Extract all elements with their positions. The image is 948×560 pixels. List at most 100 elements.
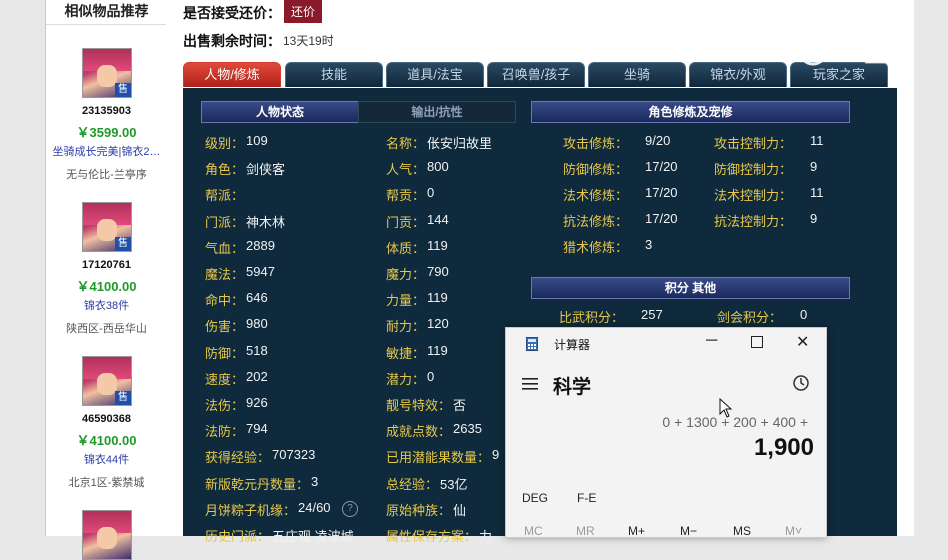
maximize-button[interactable] — [751, 336, 763, 348]
subtab-output[interactable]: 输出/抗性 — [358, 101, 516, 123]
stat-label: 帮派： — [205, 188, 245, 204]
cultivation-header: 角色修炼及宠修 — [531, 101, 850, 123]
history-icon[interactable] — [792, 374, 810, 392]
stat-label: 敏捷： — [386, 345, 426, 361]
cultivation-value: 17/20 — [645, 159, 678, 174]
cultivation-label: 抗法控制力： — [714, 214, 793, 229]
stream-logo-icon — [798, 36, 828, 66]
stat-value: 119 — [427, 342, 448, 358]
subtab-status[interactable]: 人物状态 — [201, 101, 359, 123]
stat-value: 202 — [246, 368, 268, 384]
stat-value: 257 — [641, 307, 663, 322]
stat-label: 月饼粽子机缘： — [205, 502, 297, 518]
avatar[interactable]: 售 — [82, 356, 132, 406]
calculator-window[interactable]: 计算器 ─ ✕ 科学 0 + 1300 + 200 + 400 + 1,900 … — [505, 327, 827, 538]
calc-result: 1,900 — [753, 434, 814, 461]
item-price: ￥4100.00 — [76, 279, 137, 294]
stat-label: 魔法： — [205, 267, 245, 282]
stat-label: 速度： — [205, 371, 245, 387]
remaining-label: 出售剩余时间： — [183, 33, 281, 49]
cultivation-value: 9/20 — [645, 133, 671, 148]
deg-button[interactable]: DEG — [522, 491, 548, 505]
stat-label: 法伤： — [205, 398, 245, 413]
item-server: 陕西区-西岳华山 — [66, 323, 147, 335]
stream-watermark: CC直播 — [797, 34, 917, 68]
cultivation-label: 防御修炼： — [563, 162, 629, 177]
cultivation-label: 攻击修炼： — [563, 136, 629, 151]
cultivation-label: 防御控制力： — [714, 162, 793, 177]
tab-character[interactable]: 人物/修炼 — [183, 62, 281, 87]
help-icon[interactable]: ? — [342, 501, 358, 517]
stat-value: 9 — [492, 447, 500, 463]
item-price: ￥3599.00 — [76, 125, 137, 140]
stat-value: 神木林 — [246, 214, 286, 230]
cultivation-label: 攻击控制力： — [714, 136, 793, 151]
tab-outfits[interactable]: 锦衣/外观 — [689, 62, 787, 87]
recommend-title: 相似物品推荐 — [46, 0, 167, 25]
mode-title: 科学 — [553, 377, 592, 398]
stat-value: 926 — [246, 395, 268, 410]
stat-label: 已用潜能果数量： — [386, 450, 491, 466]
item-id: 23135903 — [82, 105, 131, 117]
stat-value: 144 — [427, 211, 449, 227]
cultivation-label: 猎术修炼： — [563, 240, 629, 255]
stat-value: 518 — [246, 342, 268, 358]
item-tag[interactable]: 锦衣44件 — [46, 451, 167, 467]
avatar[interactable]: 售 — [82, 48, 132, 98]
item-tag[interactable]: 锦衣38件 — [46, 297, 167, 313]
item-id: 46590368 — [82, 413, 131, 425]
stat-value: 24/60 — [298, 499, 331, 515]
minimize-button[interactable]: ─ — [706, 332, 717, 350]
stat-label: 剑会积分： — [717, 310, 783, 325]
stat-value: 790 — [427, 264, 449, 279]
avatar[interactable] — [82, 510, 132, 560]
cultivation-value: 11 — [810, 185, 824, 200]
tab-skills[interactable]: 技能 — [285, 62, 383, 87]
menu-icon[interactable] — [522, 378, 538, 390]
stat-value: 2635 — [453, 421, 482, 437]
points-header: 积分 其他 — [531, 277, 850, 299]
cultivation-value: 9 — [810, 211, 818, 226]
stat-value: 0 — [427, 368, 435, 384]
cultivation-value: 9 — [810, 159, 818, 174]
bargain-button[interactable]: 还价 — [284, 0, 323, 23]
stat-value: 3 — [311, 473, 319, 489]
stat-label: 角色： — [205, 162, 245, 178]
stat-label: 人气： — [386, 162, 426, 178]
tab-items[interactable]: 道具/法宝 — [386, 62, 484, 87]
stat-value: 707323 — [272, 447, 316, 463]
stat-label: 帮贡： — [386, 188, 426, 204]
stat-value: 119 — [427, 290, 448, 306]
tab-pets[interactable]: 召唤兽/孩子 — [487, 62, 585, 87]
stat-value: 0 — [800, 307, 808, 322]
avatar[interactable]: 售 — [82, 202, 132, 252]
stat-label: 力量： — [386, 293, 426, 309]
remaining-value: 13天19时 — [283, 34, 334, 48]
stat-label: 名称： — [386, 136, 426, 151]
item-server: 北京1区-紫禁城 — [68, 477, 145, 489]
tab-mounts[interactable]: 坐骑 — [588, 62, 686, 87]
calc-expression: 0 + 1300 + 200 + 400 + — [662, 414, 808, 430]
stat-value: 否 — [453, 398, 467, 413]
item-tag[interactable]: 坐骑成长完美|锦衣2… — [46, 143, 167, 159]
mouse-cursor-icon — [719, 398, 733, 418]
sell-badge: 售 — [115, 391, 131, 405]
sell-badge: 售 — [115, 83, 131, 97]
stat-label: 气血： — [205, 240, 245, 256]
stat-value: 2889 — [246, 237, 275, 253]
stat-label: 伤害： — [205, 319, 245, 335]
cultivation-value: 3 — [645, 237, 653, 252]
close-button[interactable]: ✕ — [796, 332, 809, 352]
stat-label: 原始种族： — [386, 502, 452, 518]
stat-label: 魔力： — [386, 267, 426, 282]
sell-badge: 售 — [115, 237, 131, 251]
stat-label: 成就点数： — [386, 424, 452, 440]
stat-value: 980 — [246, 316, 268, 332]
stat-label: 法防： — [205, 424, 245, 440]
stat-label: 新版乾元丹数量： — [205, 476, 310, 492]
stat-value: 794 — [246, 421, 268, 437]
stat-label: 耐力： — [386, 319, 426, 335]
stat-value: 646 — [246, 290, 268, 306]
fe-button[interactable]: F-E — [577, 491, 596, 505]
window-title: 计算器 — [554, 338, 591, 352]
